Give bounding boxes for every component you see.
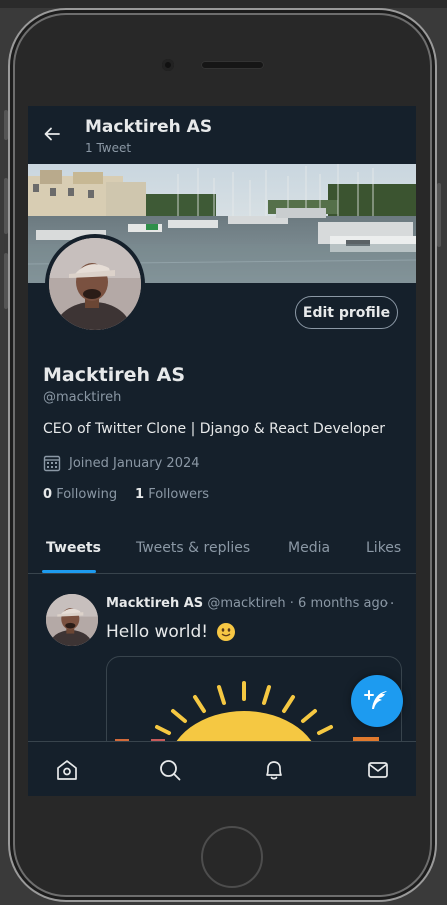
profile-avatar[interactable] — [45, 234, 145, 334]
tweet-author-handle: @macktireh — [207, 596, 286, 611]
more-options-icon[interactable]: ··· — [379, 596, 395, 612]
search-icon[interactable] — [159, 759, 181, 781]
tab-tweets[interactable]: Tweets — [46, 540, 101, 556]
header-tweet-count: 1 Tweet — [85, 141, 132, 155]
calendar-icon — [43, 455, 61, 472]
tab-likes[interactable]: Likes — [366, 540, 401, 556]
feather-plus-icon — [364, 690, 387, 709]
bell-icon[interactable] — [263, 759, 285, 781]
following-link[interactable]: 0 Following — [43, 487, 117, 502]
tweet-author-avatar[interactable] — [46, 594, 98, 646]
home-icon[interactable] — [56, 759, 78, 781]
bottom-navigation — [28, 741, 416, 796]
smiley-emoji-icon — [217, 623, 236, 641]
tweet-meta: Macktireh AS @macktireh · 6 months ago — [106, 596, 388, 611]
side-button — [4, 110, 8, 140]
window-top-strip — [0, 0, 447, 8]
following-count: 0 — [43, 487, 53, 502]
tweet-time: 6 months ago — [298, 596, 388, 611]
following-label: Following — [56, 487, 118, 502]
back-arrow-icon[interactable] — [42, 124, 62, 144]
tweet-text: Hello world! — [106, 622, 209, 642]
profile-bio: CEO of Twitter Clone | Django & React De… — [43, 421, 386, 437]
profile-header: Macktireh AS 1 Tweet — [28, 106, 416, 164]
power-button — [437, 183, 441, 247]
followers-label: Followers — [148, 487, 210, 502]
earpiece-speaker — [201, 61, 264, 69]
edit-profile-button[interactable]: Edit profile — [295, 296, 398, 329]
tab-tweets-and-replies[interactable]: Tweets & replies — [136, 540, 250, 556]
compose-tweet-button[interactable] — [351, 675, 403, 727]
tab-media[interactable]: Media — [288, 540, 330, 556]
volume-down-button — [4, 253, 8, 309]
front-camera — [162, 59, 174, 71]
active-tab-indicator — [42, 570, 96, 573]
joined-text: Joined January 2024 — [69, 455, 200, 471]
followers-count: 1 — [135, 487, 145, 502]
tweet-author-name[interactable]: Macktireh AS — [106, 596, 203, 611]
header-title: Macktireh AS — [85, 117, 213, 137]
volume-up-button — [4, 178, 8, 234]
followers-link[interactable]: 1 Followers — [135, 487, 209, 502]
app-screen: Macktireh AS 1 Tweet Edit profile Mackti… — [28, 106, 416, 796]
home-button[interactable] — [201, 826, 263, 888]
profile-name: Macktireh AS — [43, 364, 186, 386]
profile-tabs: Tweets Tweets & replies Media Likes — [28, 531, 416, 574]
mail-icon[interactable] — [367, 759, 389, 781]
tweet-separator: · — [289, 596, 294, 611]
joined-date: Joined January 2024 — [43, 453, 200, 473]
tweet-body: Hello world! — [106, 622, 236, 642]
profile-handle: @macktireh — [43, 390, 122, 405]
